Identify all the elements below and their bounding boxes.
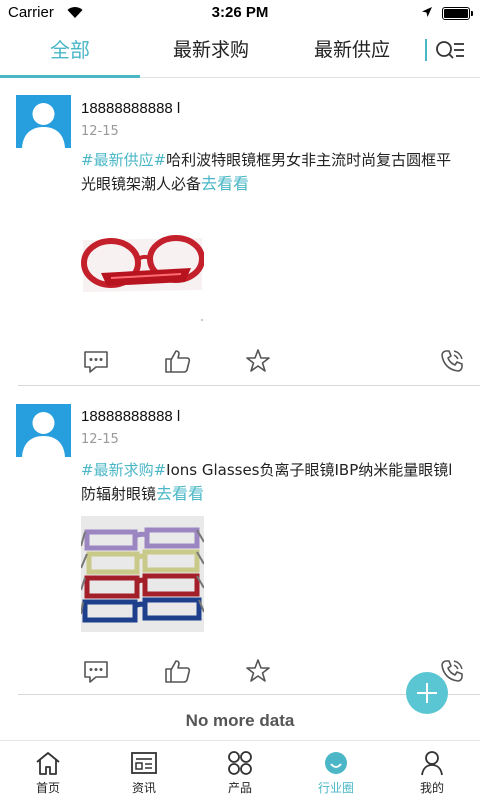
post-image[interactable] [81,228,204,323]
comment-icon [84,661,108,683]
user-silhouette-icon [22,412,65,457]
nav-label: 资讯 [131,781,156,795]
status-bar: Carrier 3:26 PM [0,0,480,26]
post-date: 12-15 [81,124,119,139]
call-button[interactable] [437,346,467,376]
tab-all[interactable]: 全部 [0,26,140,78]
post-text: #最新供应#哈利波特眼镜框男女非主流时尚复古圆框平光眼镜架潮人必备去看看 [81,148,461,196]
status-time: 3:26 PM [211,4,269,21]
search-filter-button[interactable] [433,36,467,66]
nav-label: 行业圈 [317,781,354,795]
tab-separator [425,39,427,61]
thumbs-up-icon [165,350,191,373]
comment-button[interactable] [81,656,111,686]
favorite-button[interactable] [243,656,273,686]
home-icon [36,752,60,775]
add-post-button[interactable] [406,672,448,714]
like-button[interactable] [163,346,193,376]
tab-latest-supply[interactable]: 最新供应 [282,26,422,77]
no-more-data-label: No more data [185,711,295,730]
nav-profile[interactable]: 我的 [384,741,480,800]
avatar[interactable] [16,404,71,457]
star-icon [246,349,270,372]
post-text: #最新求购#Ions Glasses负离子眼镜IBP纳米能量眼镜l防辐射眼镜去看… [81,458,461,506]
location-arrow-icon [422,7,432,17]
nav-news[interactable]: 资讯 [96,741,192,800]
user-name[interactable]: 18888888888 l [81,408,180,425]
thumbs-up-icon [165,660,191,683]
user-icon [421,751,443,776]
red-glasses-image [81,228,204,323]
stacked-glasses-image [81,516,204,632]
nav-industry-circle[interactable]: 行业圈 [288,741,384,800]
post-card[interactable]: 18888888888 l 12-15 #最新求购#Ions Glasses负离… [0,386,480,694]
nav-products[interactable]: 产品 [192,741,288,800]
post-tag[interactable]: #最新求购# [81,461,166,479]
smile-circle-icon [325,752,347,774]
search-list-icon [436,41,464,59]
avatar[interactable] [16,95,71,148]
nav-label: 首页 [35,781,60,795]
grid-icon [228,751,252,775]
nav-label: 产品 [227,781,252,795]
phone-icon [441,350,463,372]
bottom-nav: 首页 资讯 产品 行业圈 我的 [0,740,480,800]
news-icon [131,752,157,774]
comment-icon [84,351,108,373]
post-image[interactable] [81,516,204,632]
post-card[interactable]: 18888888888 l 12-15 #最新供应#哈利波特眼镜框男女非主流时尚… [0,78,480,386]
see-more-link[interactable]: 去看看 [156,484,204,503]
battery-icon [442,7,473,20]
tab-bar: 全部 最新求购 最新供应 [0,26,480,78]
see-more-link[interactable]: 去看看 [201,174,249,193]
favorite-button[interactable] [243,346,273,376]
user-name[interactable]: 18888888888 l [81,100,180,117]
comment-button[interactable] [81,346,111,376]
tab-latest-demand[interactable]: 最新求购 [141,26,281,77]
screen: Carrier 3:26 PM 全部 最新求购 最新供应 18888888888… [0,0,480,800]
post-tag[interactable]: #最新供应# [81,151,166,169]
nav-home[interactable]: 首页 [0,741,96,800]
post-date: 12-15 [81,432,119,447]
user-silhouette-icon [22,103,65,148]
like-button[interactable] [163,656,193,686]
nav-label: 我的 [419,781,444,795]
star-icon [246,659,270,682]
